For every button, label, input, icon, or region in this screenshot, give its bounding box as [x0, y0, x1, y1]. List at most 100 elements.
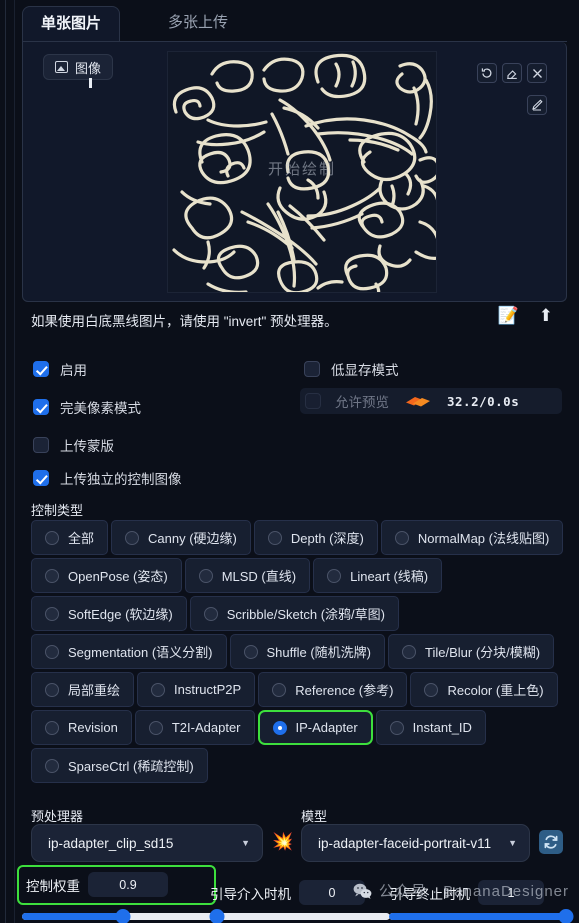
checkbox-enable[interactable]: 启用 — [33, 359, 87, 379]
control-type-option-label: Tile/Blur (分块/模糊) — [425, 645, 541, 660]
control-type-row: OpenPose (姿态) MLSD (直线) Lineart (线稿) — [31, 558, 558, 593]
checkbox-low-vram-label: 低显存模式 — [331, 363, 399, 378]
control-type-option-label: NormalMap (法线贴图) — [417, 531, 550, 546]
control-type-option-[interactable]: 局部重绘 — [31, 672, 135, 707]
explode-icon[interactable]: 💥 — [272, 832, 293, 852]
control-type-row: 全部 Canny (硬边缘) Depth (深度) NormalMap (法线贴图) — [31, 520, 564, 555]
slider-control-weight: 控制权重 0.9 — [17, 865, 216, 923]
image-preview-canvas[interactable]: 开始绘制 — [167, 51, 437, 293]
model-select[interactable]: ip-adapter-faceid-portrait-v11 ▼ — [301, 824, 530, 862]
checkbox-independent-control-image[interactable]: 上传独立的控制图像 — [33, 468, 182, 488]
text-cursor — [89, 78, 92, 88]
pen-icon[interactable] — [527, 95, 547, 115]
control-type-option-ip-adapter[interactable]: IP-Adapter — [257, 710, 373, 745]
control-type-option-recolor[interactable]: Recolor (重上色) — [410, 672, 558, 707]
control-type-option-sparsectrl[interactable]: SparseCtrl (稀疏控制) — [31, 748, 208, 783]
control-type-label: 控制类型 — [31, 503, 84, 518]
control-weight-value[interactable]: 0.9 — [88, 872, 168, 897]
edit-note-icon[interactable]: 📝 — [498, 306, 519, 326]
checkbox-allow-preview-box[interactable] — [305, 393, 321, 409]
checkbox-independent-control-image-box[interactable] — [33, 470, 49, 486]
control-type-option-label: SoftEdge (软边缘) — [68, 607, 173, 622]
hint-action-icons: 📝 ⬆ — [498, 306, 553, 326]
radio-icon — [45, 606, 59, 621]
control-weight-track[interactable] — [22, 909, 216, 923]
close-icon[interactable] — [527, 63, 547, 83]
checkbox-upload-mask-box[interactable] — [33, 437, 49, 453]
control-type-option-openpose[interactable]: OpenPose (姿态) — [31, 558, 182, 593]
control-type-option-[interactable]: 全部 — [31, 520, 109, 555]
preprocessor-select[interactable]: ip-adapter_clip_sd15 ▼ — [31, 824, 263, 862]
control-type-option-revision[interactable]: Revision — [31, 710, 132, 745]
eraser-icon[interactable] — [502, 63, 522, 83]
checkbox-upload-mask-label: 上传蒙版 — [60, 439, 114, 454]
control-type-option-scribble-sketch[interactable]: Scribble/Sketch (涂鸦/草图) — [189, 596, 399, 631]
tab-single-image[interactable]: 单张图片 — [22, 6, 121, 42]
radio-icon — [45, 758, 59, 773]
control-type-option-t2i-adapter[interactable]: T2I-Adapter — [134, 710, 255, 745]
subtab-image[interactable]: 图像 — [43, 54, 114, 80]
page-left-edge-secondary — [14, 0, 15, 923]
control-type-option-reference[interactable]: Reference (参考) — [258, 672, 408, 707]
checkbox-pixel-perfect[interactable]: 完美像素模式 — [33, 397, 141, 417]
control-type-option-label: SparseCtrl (稀疏控制) — [68, 759, 194, 774]
radio-icon — [45, 530, 59, 545]
control-type-option-segmentation[interactable]: Segmentation (语义分割) — [31, 634, 227, 669]
control-type-option-depth[interactable]: Depth (深度) — [253, 520, 378, 555]
checkbox-low-vram-box[interactable] — [304, 361, 320, 377]
control-type-option-instructp2p[interactable]: InstructP2P — [137, 672, 256, 707]
control-type-option-label: Instant_ID — [412, 720, 472, 735]
allow-preview-row: 允许预览 32.2/0.0s — [300, 388, 562, 414]
control-type-row: SparseCtrl (稀疏控制) — [31, 748, 558, 783]
image-upload-card: 图像 开始绘制 — [22, 42, 567, 302]
control-type-option-lineart[interactable]: Lineart (线稿) — [313, 558, 443, 593]
control-type-option-label: Scribble/Sketch (涂鸦/草图) — [226, 607, 385, 622]
undo-icon[interactable] — [477, 63, 497, 83]
page-left-edge — [5, 0, 6, 923]
control-type-option-tile-blur[interactable]: Tile/Blur (分块/模糊) — [388, 634, 555, 669]
radio-icon — [151, 682, 166, 697]
control-type-option-mlsd[interactable]: MLSD (直线) — [184, 558, 311, 593]
radio-icon — [45, 682, 59, 697]
watermark-text: 公众号 · BananaDesigner — [378, 883, 569, 900]
radio-icon — [148, 720, 163, 735]
checkbox-enable-box[interactable] — [33, 361, 49, 377]
control-type-option-label: IP-Adapter — [295, 720, 358, 735]
control-type-option-instant-id[interactable]: Instant_ID — [375, 710, 486, 745]
radio-icon — [272, 720, 287, 735]
control-type-option-label: Segmentation (语义分割) — [68, 645, 213, 660]
wechat-icon — [353, 883, 372, 899]
control-type-option-shuffle[interactable]: Shuffle (随机洗牌) — [229, 634, 386, 669]
checkbox-low-vram[interactable]: 低显存模式 — [304, 359, 399, 379]
model-label: 模型 — [301, 809, 328, 824]
guidance-end-knob[interactable] — [558, 909, 574, 923]
control-type-option-label: InstructP2P — [174, 682, 242, 697]
control-weight-highlight: 控制权重 0.9 — [17, 865, 216, 905]
timing-readout: 32.2/0.0s — [447, 393, 520, 409]
upload-arrow-icon[interactable]: ⬆ — [539, 306, 553, 326]
guidance-start-track[interactable] — [209, 909, 390, 923]
radio-icon — [125, 530, 140, 545]
checkbox-upload-mask[interactable]: 上传蒙版 — [33, 435, 114, 455]
guidance-start-knob[interactable] — [209, 909, 225, 923]
control-type-option-softedge[interactable]: SoftEdge (软边缘) — [31, 596, 187, 631]
control-type-option-normalmap[interactable]: NormalMap (法线贴图) — [380, 520, 564, 555]
preprocessor-label: 预处理器 — [31, 809, 84, 824]
checkbox-pixel-perfect-box[interactable] — [33, 399, 49, 415]
refresh-icon[interactable] — [539, 830, 563, 854]
control-weight-knob[interactable] — [115, 909, 131, 923]
guidance-end-track[interactable] — [389, 909, 574, 923]
control-type-row: 局部重绘 InstructP2P Reference (参考) Recolor (重上… — [31, 672, 558, 707]
tab-multi-upload[interactable]: 多张上传 — [150, 6, 246, 42]
chevron-down-icon: ▼ — [508, 838, 517, 848]
checkbox-allow-preview-label: 允许预览 — [335, 395, 389, 410]
guidance-start-label: 引导介入时机 — [210, 886, 291, 902]
control-type-option-label: Recolor (重上色) — [447, 683, 544, 698]
radio-icon — [394, 530, 409, 545]
checkbox-independent-control-image-label: 上传独立的控制图像 — [60, 472, 182, 487]
control-type-option-label: Revision — [68, 720, 118, 735]
control-type-options: 全部 Canny (硬边缘) Depth (深度) NormalMap (法线贴图) O… — [31, 520, 564, 786]
control-type-option-canny[interactable]: Canny (硬边缘) — [111, 520, 251, 555]
radio-icon — [243, 644, 258, 659]
control-type-option-label: Shuffle (随机洗牌) — [266, 645, 372, 660]
